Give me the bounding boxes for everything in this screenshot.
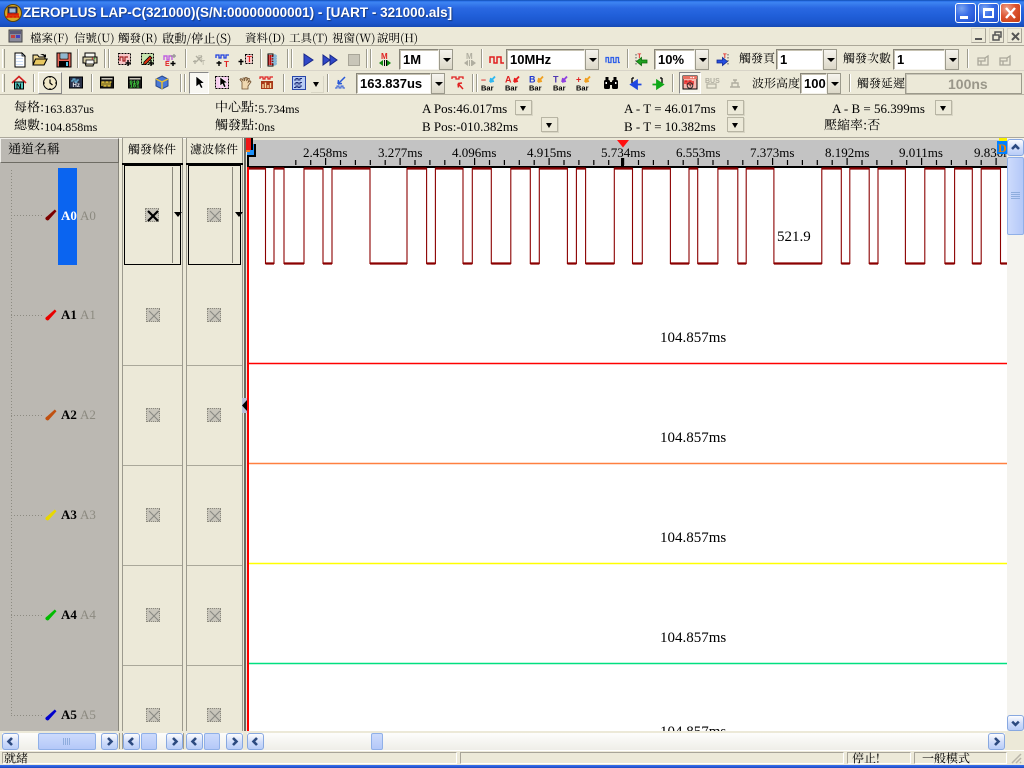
svg-text:E: E [165, 61, 170, 68]
svg-text:N: N [16, 82, 21, 91]
svg-text:T: T [224, 60, 229, 68]
svg-text:Hz: Hz [73, 83, 80, 89]
svg-text:101: 101 [130, 83, 141, 90]
svg-text:T: T [201, 60, 206, 67]
